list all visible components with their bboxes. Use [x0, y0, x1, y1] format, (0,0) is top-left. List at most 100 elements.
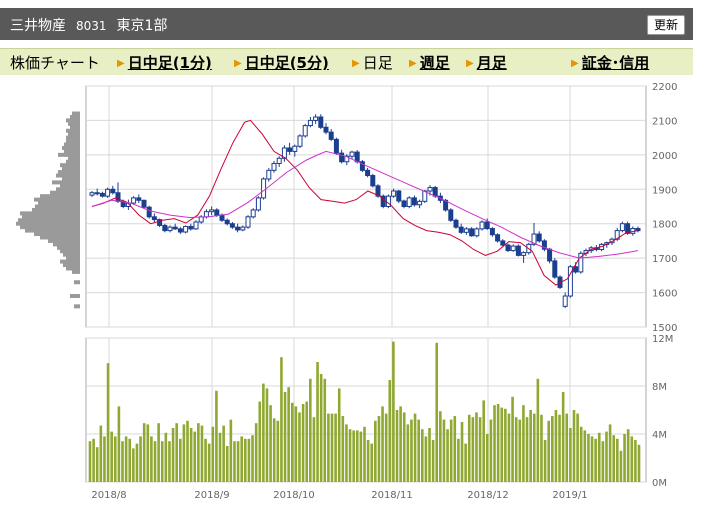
candle-body	[370, 175, 376, 187]
volume-tick-label: 4M	[652, 430, 667, 441]
candle-body	[214, 209, 220, 216]
volume-bar	[637, 444, 641, 482]
month-label: 2018/11	[371, 490, 413, 501]
volume-bar	[507, 413, 511, 482]
volume-bar	[616, 438, 619, 482]
volume-bar	[150, 436, 153, 482]
volume-bar	[597, 432, 601, 482]
volume-bar	[236, 441, 240, 482]
candle-body	[489, 228, 495, 236]
price-volume-profile-bar	[63, 252, 80, 257]
volume-bar	[92, 438, 95, 482]
volume-bar	[204, 438, 207, 482]
candle-body	[417, 200, 423, 206]
volume-bar	[334, 413, 337, 482]
price-volume-profile-bar	[56, 173, 80, 178]
volume-bar	[449, 419, 453, 482]
volume-bar	[522, 405, 525, 482]
volume-bar	[406, 424, 410, 482]
price-volume-profile-bar	[74, 304, 80, 309]
volume-bar	[381, 406, 384, 482]
price-volume-profile-bar	[38, 201, 80, 206]
candle-body	[365, 169, 371, 177]
price-volume-profile-bar	[66, 128, 80, 133]
price-volume-profile-bar	[32, 207, 80, 212]
candle-body	[401, 200, 407, 207]
candle-body	[240, 226, 246, 231]
price-volume-profile-bar	[58, 170, 80, 175]
candle-body	[552, 260, 558, 278]
price-volume-profile-bar	[68, 132, 80, 137]
volume-bar	[612, 435, 616, 482]
candle-body	[318, 116, 324, 128]
volume-bar	[269, 405, 272, 482]
volume-bar	[348, 429, 352, 482]
candle-body	[276, 157, 282, 164]
volume-bar	[103, 436, 106, 482]
volume-bar	[384, 413, 388, 482]
volume-bar	[576, 413, 579, 482]
volume-bar	[345, 424, 348, 482]
price-volume-profile-bar	[70, 114, 80, 119]
candle-body	[131, 197, 137, 204]
volume-bar	[135, 443, 139, 482]
price-volume-profile-bar	[22, 214, 80, 219]
volume-bar	[428, 428, 431, 482]
candle-body	[188, 225, 194, 230]
volume-bar	[504, 408, 507, 482]
price-volume-profile-bar	[72, 111, 80, 116]
volume-bar	[175, 423, 178, 482]
candle-body	[484, 221, 490, 230]
price-tick-label: 1600	[652, 289, 677, 300]
volume-bar	[121, 441, 124, 482]
volume-bar	[417, 419, 420, 482]
volume-tick-label: 0M	[652, 478, 667, 489]
volume-bar	[168, 441, 171, 482]
price-volume-profile-bar	[20, 225, 80, 230]
volume-bar	[222, 425, 225, 482]
volume-bar	[388, 380, 392, 482]
volume-bar	[475, 412, 478, 482]
volume-bar	[486, 434, 489, 482]
month-label: 2018/9	[194, 490, 229, 501]
price-volume-profile-bar	[18, 218, 80, 223]
volume-bar	[457, 438, 460, 482]
candle-body	[323, 126, 329, 133]
volume-bar	[366, 440, 370, 482]
price-volume-profile-bar	[34, 232, 80, 237]
candle-body	[177, 228, 183, 233]
candle-body	[510, 245, 516, 252]
stock-chart: 1500 1600 1700 1800 1900 2000 2100 2200 0M 4M 8M 12…	[16, 82, 677, 501]
volume-bar	[410, 419, 413, 482]
volume-bar	[319, 374, 323, 482]
volume-bar	[619, 450, 623, 482]
price-tick-label: 1500	[652, 323, 677, 334]
candle-body	[99, 192, 105, 197]
volume-bar	[413, 413, 417, 482]
volume-bar	[529, 410, 532, 482]
price-volume-profile-bar	[66, 139, 80, 144]
volume-bar	[439, 411, 442, 482]
candle-body	[500, 240, 506, 246]
candle-body	[255, 197, 261, 211]
candle-body	[463, 228, 469, 233]
volume-bar	[446, 429, 449, 482]
candle-body	[474, 228, 480, 237]
candle-body	[469, 228, 475, 237]
candle-body	[406, 197, 412, 207]
volume-bar	[558, 414, 561, 482]
candle-body	[219, 214, 225, 221]
price-volume-profile-bar	[40, 194, 80, 199]
volume-bar	[193, 431, 197, 482]
volume-bar	[298, 412, 301, 482]
price-volume-profile-bar	[66, 256, 80, 261]
candle-body	[635, 228, 641, 232]
price-panel	[85, 85, 647, 328]
volume-bar	[634, 440, 637, 482]
volume-bar	[536, 378, 540, 482]
volume-bar	[218, 432, 222, 482]
volume-tick-label: 8M	[652, 382, 667, 393]
candle-body	[115, 192, 121, 202]
volume-bar	[514, 417, 518, 482]
candle-body	[349, 151, 355, 157]
